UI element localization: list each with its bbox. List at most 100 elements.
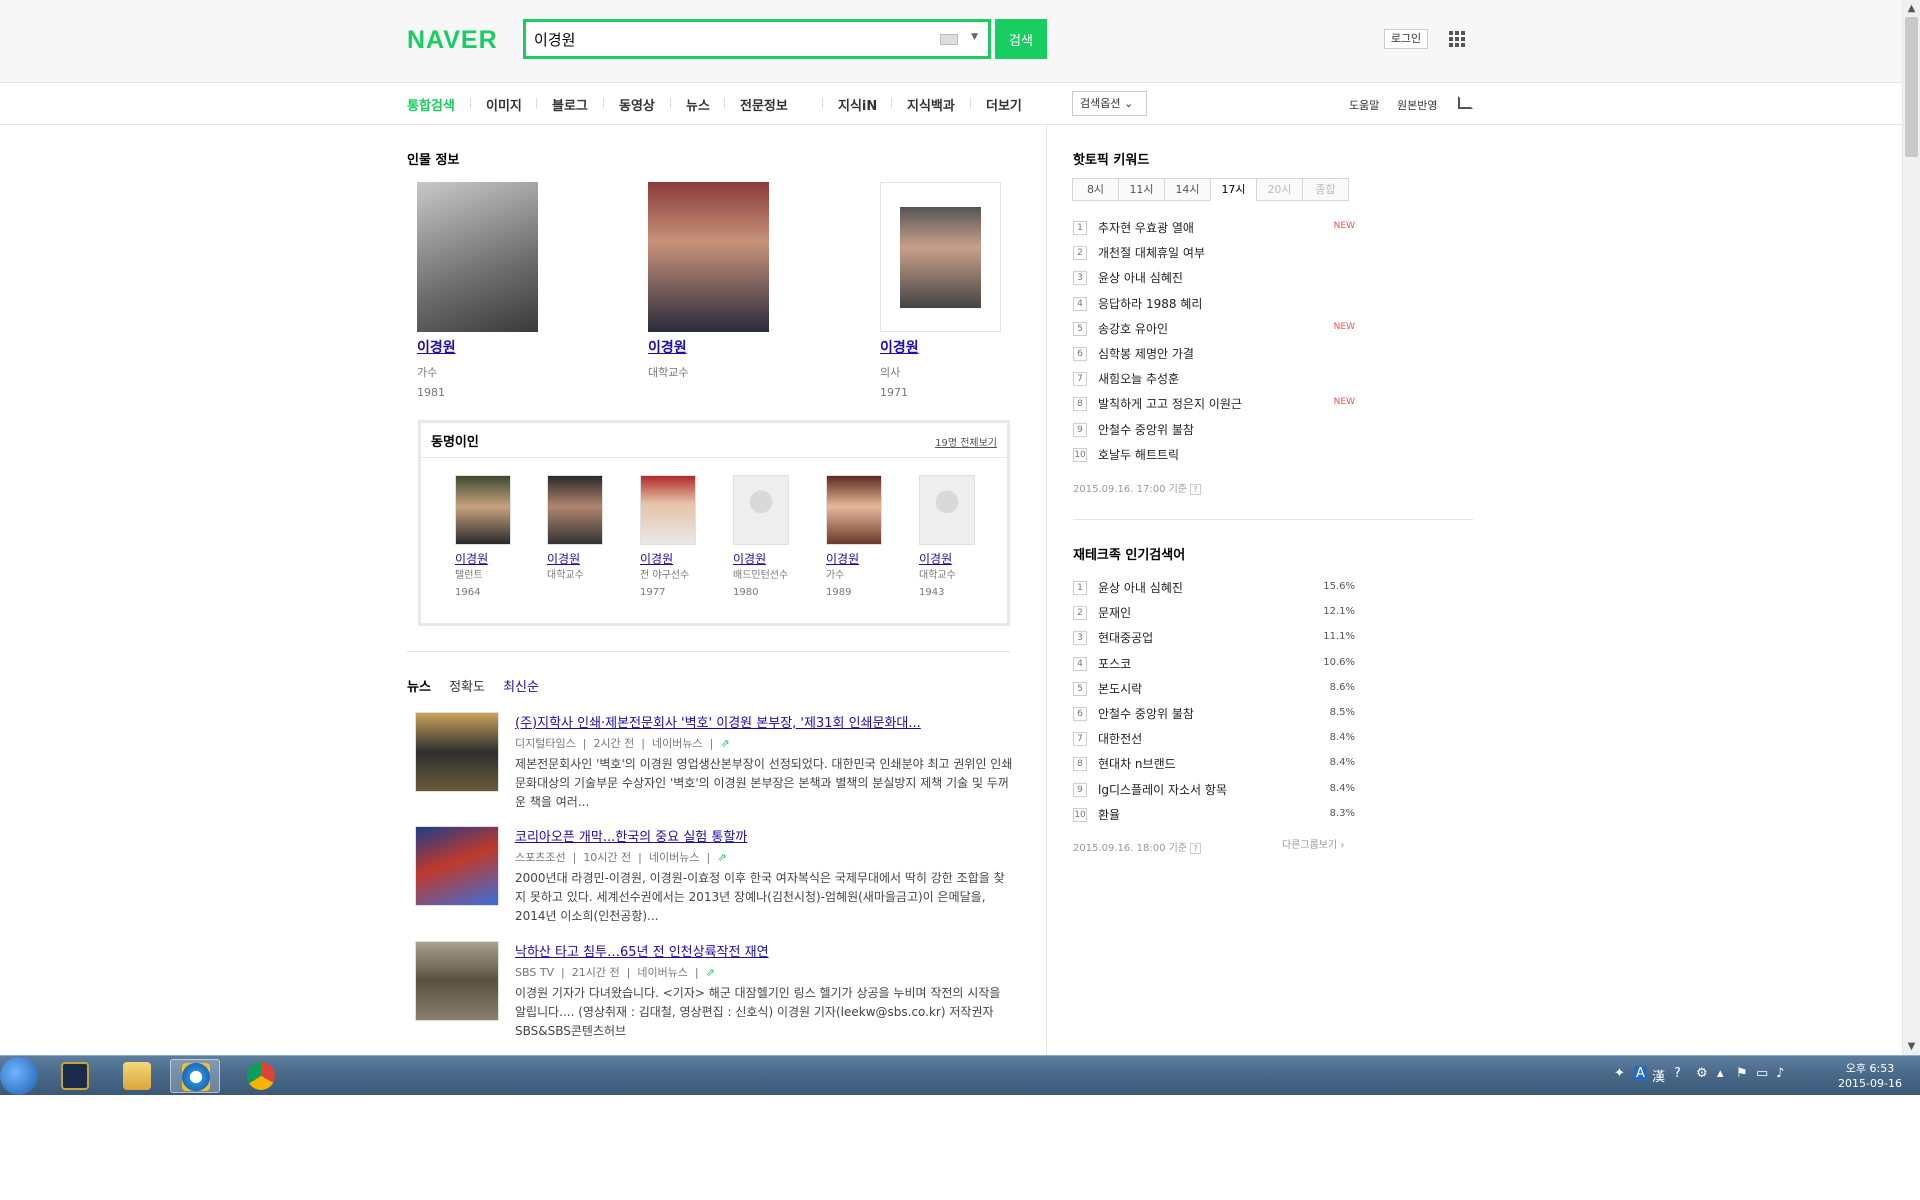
search-options-dropdown[interactable]: 검색옵션 ⌄ — [1072, 91, 1147, 116]
keyword-link[interactable]: lg디스플레이 자소서 항목 — [1098, 781, 1227, 798]
news-title-link[interactable]: 낙하산 타고 침투…65년 전 인천상륙작전 재연 — [515, 941, 1015, 960]
login-button[interactable]: 로그인 — [1384, 29, 1428, 49]
external-link-icon[interactable]: ⇗ — [717, 851, 726, 864]
hot-keyword-row[interactable]: 5 송강호 유아인 NEW — [1073, 319, 1355, 344]
taskbar-app[interactable] — [236, 1059, 286, 1093]
display-icon[interactable]: ▭ — [1756, 1066, 1768, 1081]
finance-keyword-row[interactable]: 4 포스코 10.6% — [1073, 654, 1355, 679]
help-link[interactable]: 도움말 — [1349, 97, 1379, 113]
namesake-name-link[interactable]: 이경원 — [733, 550, 813, 567]
namesake-name-link[interactable]: 이경원 — [547, 550, 627, 567]
news-thumbnail[interactable] — [415, 826, 499, 906]
namesake-photo[interactable] — [826, 475, 882, 545]
hot-keyword-row[interactable]: 3 윤상 아내 심혜진 — [1073, 268, 1355, 293]
sort-latest-tab[interactable]: 최신순 — [503, 680, 539, 695]
keyword-link[interactable]: 발칙하게 고고 정은지 이원근 — [1098, 395, 1242, 412]
hot-keyword-row[interactable]: 6 심학봉 제명안 가결 — [1073, 344, 1355, 369]
person-name-link[interactable]: 이경원 — [648, 337, 798, 357]
keyword-link[interactable]: 개천절 대체휴일 여부 — [1098, 244, 1205, 261]
person-name-link[interactable]: 이경원 — [880, 337, 1030, 357]
finance-keyword-row[interactable]: 8 현대차 n브랜드 8.4% — [1073, 754, 1355, 779]
keyword-link[interactable]: 대한전선 — [1098, 730, 1142, 747]
time-tab-20[interactable]: 20시 — [1256, 178, 1303, 201]
finance-keyword-row[interactable]: 9 lg디스플레이 자소서 항목 8.4% — [1073, 780, 1355, 805]
tab-news[interactable]: 뉴스 — [686, 95, 710, 114]
hot-keyword-row[interactable]: 1 추자현 우효광 열애 NEW — [1073, 218, 1355, 243]
namesake-name-link[interactable]: 이경원 — [455, 550, 535, 567]
action-center-flag-icon[interactable]: ⚑ — [1736, 1066, 1748, 1081]
keyword-link[interactable]: 안철수 중앙위 불참 — [1098, 705, 1194, 722]
finance-keyword-row[interactable]: 10 환율 8.3% — [1073, 805, 1355, 830]
news-thumbnail[interactable] — [415, 712, 499, 792]
namesake-all-link[interactable]: 19명 전체보기 — [935, 434, 997, 449]
help-icon[interactable]: ? — [1190, 484, 1202, 495]
tab-video[interactable]: 동영상 — [619, 95, 655, 114]
keyword-link[interactable]: 추자현 우효광 열애 — [1098, 219, 1194, 236]
news-portal-link[interactable]: 네이버뉴스 — [652, 737, 703, 750]
sort-accuracy-tab[interactable]: 정확도 — [449, 680, 485, 695]
keyword-link[interactable]: 응답하라 1988 혜리 — [1098, 295, 1202, 312]
tab-blog[interactable]: 블로그 — [552, 95, 588, 114]
keyword-link[interactable]: 호날두 해트트릭 — [1098, 446, 1179, 463]
help-tray-icon[interactable]: ? — [1674, 1066, 1681, 1081]
keyword-link[interactable]: 현대중공업 — [1098, 629, 1153, 646]
taskbar-clock[interactable]: 오후 6:53 2015-09-16 — [1820, 1061, 1920, 1091]
hot-keyword-row[interactable]: 10 호날두 해트트릭 — [1073, 445, 1355, 470]
hot-keyword-row[interactable]: 8 발칙하게 고고 정은지 이원근 NEW — [1073, 394, 1355, 419]
taskbar-app[interactable] — [112, 1059, 162, 1093]
external-link-icon[interactable]: ⇗ — [720, 737, 729, 750]
taskbar-app[interactable] — [170, 1059, 220, 1093]
original-link[interactable]: 원본반영 — [1397, 97, 1437, 113]
tab-image[interactable]: 이미지 — [486, 95, 522, 114]
more-groups-link[interactable]: 다른그룹보기 › — [1282, 836, 1344, 851]
autocomplete-arrow-icon[interactable]: ▼ — [971, 32, 978, 42]
namesake-photo[interactable] — [640, 475, 696, 545]
share-icon[interactable] — [1458, 96, 1473, 109]
naver-logo[interactable]: NAVER — [407, 26, 498, 55]
tab-kin[interactable]: 지식iN — [838, 95, 877, 114]
keyword-link[interactable]: 환율 — [1098, 806, 1120, 823]
time-tab-17[interactable]: 17시 — [1210, 178, 1257, 201]
keyword-link[interactable]: 포스코 — [1098, 655, 1131, 672]
keyword-link[interactable]: 문재인 — [1098, 604, 1131, 621]
tab-more[interactable]: 더보기 — [986, 95, 1022, 114]
finance-keyword-row[interactable]: 6 안철수 중앙위 불참 8.5% — [1073, 704, 1355, 729]
news-thumbnail[interactable] — [415, 941, 499, 1021]
search-input[interactable] — [534, 27, 914, 52]
keyword-link[interactable]: 안철수 중앙위 불참 — [1098, 421, 1194, 438]
finance-keyword-row[interactable]: 7 대한전선 8.4% — [1073, 729, 1355, 754]
news-portal-link[interactable]: 네이버뉴스 — [637, 966, 688, 979]
placeholder-avatar-icon[interactable] — [919, 475, 975, 545]
scroll-up-arrow-icon[interactable]: ▲ — [1903, 0, 1920, 17]
time-tab-11[interactable]: 11시 — [1118, 178, 1165, 201]
hot-keyword-row[interactable]: 2 개천절 대체휴일 여부 — [1073, 243, 1355, 268]
ime-a-icon[interactable]: A — [1634, 1066, 1647, 1081]
external-link-icon[interactable]: ⇗ — [706, 966, 715, 979]
finance-keyword-row[interactable]: 5 본도시락 8.6% — [1073, 679, 1355, 704]
person-photo[interactable] — [417, 182, 538, 332]
news-title-link[interactable]: (주)지학사 인쇄·제본전문회사 '벽호' 이경원 본부장, '제31회 인쇄문… — [515, 712, 1015, 731]
namesake-name-link[interactable]: 이경원 — [826, 550, 906, 567]
help-icon[interactable]: ? — [1190, 843, 1202, 854]
person-name-link[interactable]: 이경원 — [417, 337, 567, 357]
show-hidden-icon[interactable]: ▴ — [1717, 1066, 1724, 1081]
tab-expert[interactable]: 전문정보 — [740, 95, 788, 114]
ime-hanja-icon[interactable]: 漢 — [1652, 1066, 1665, 1085]
apps-grid-icon[interactable] — [1449, 31, 1465, 47]
finance-keyword-row[interactable]: 2 문재인 12.1% — [1073, 603, 1355, 628]
tab-encyclopedia[interactable]: 지식백과 — [907, 95, 955, 114]
news-title-link[interactable]: 코리아오픈 개막...한국의 중요 실험 통할까 — [515, 826, 1015, 845]
start-button-icon[interactable] — [0, 1057, 38, 1095]
keyword-link[interactable]: 송강호 유아인 — [1098, 320, 1168, 337]
hot-keyword-row[interactable]: 4 응답하라 1988 혜리 — [1073, 294, 1355, 319]
namesake-photo[interactable] — [547, 475, 603, 545]
vertical-scrollbar[interactable]: ▲ ▼ — [1902, 0, 1920, 1055]
keyword-link[interactable]: 윤상 아내 심혜진 — [1098, 579, 1183, 596]
volume-icon[interactable]: ♪ — [1776, 1066, 1784, 1081]
news-portal-link[interactable]: 네이버뉴스 — [649, 851, 700, 864]
network-icon[interactable]: ✦ — [1614, 1066, 1625, 1081]
scroll-down-arrow-icon[interactable]: ▼ — [1903, 1038, 1920, 1055]
keyword-link[interactable]: 심학봉 제명안 가결 — [1098, 345, 1194, 362]
search-button[interactable]: 검색 — [995, 19, 1047, 59]
placeholder-avatar-icon[interactable] — [733, 475, 789, 545]
